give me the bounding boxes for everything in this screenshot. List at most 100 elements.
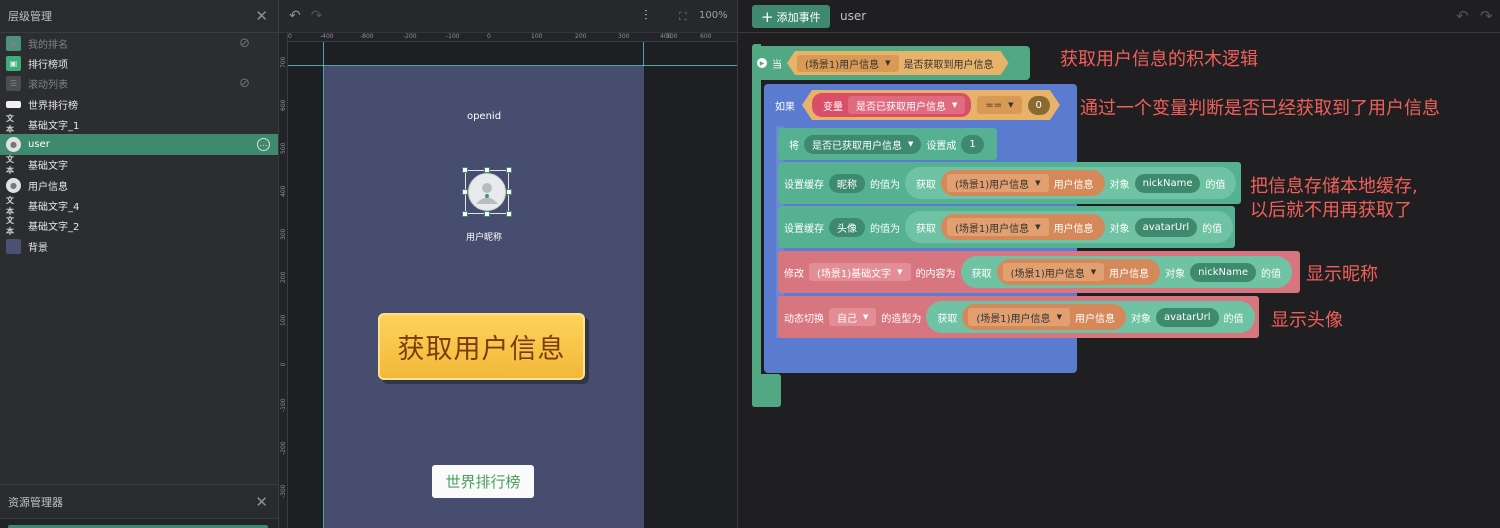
canvas-panel: ↶ ↷ ⫶ ⛶ 100% 0 -400 -800 -200 -100 0 100 200 300… xyxy=(278,0,738,528)
cube-icon: ▣ xyxy=(6,55,21,71)
zoom-level[interactable]: 100% xyxy=(699,10,728,21)
fit-screen-icon[interactable]: ⛶ xyxy=(679,10,687,24)
user-info-block[interactable]: (场景1)用户信息 用户信息 xyxy=(941,170,1105,196)
switch-label: 动态切换 xyxy=(784,313,824,325)
ruler-tick-label: -200 xyxy=(403,33,417,40)
user-icon xyxy=(476,183,498,204)
target-dropdown[interactable]: (场景1)基础文字 xyxy=(809,263,911,281)
canvas-toolbar: ↶ ↷ ⫶ ⛶ 100% xyxy=(279,0,737,33)
undo-icon[interactable]: ↶ xyxy=(1456,7,1469,25)
layer-item[interactable]: 文本 基础文字_1 xyxy=(0,113,278,134)
layer-item[interactable]: 文本 基础文字_4 xyxy=(0,194,278,216)
undo-icon[interactable]: ↶ xyxy=(289,8,301,24)
user-info-block[interactable]: (场景1)用户信息 用户信息 xyxy=(962,304,1126,330)
field-input[interactable]: avatarUrl xyxy=(1155,307,1219,327)
target-dropdown[interactable]: 自己 xyxy=(829,308,877,326)
redo-icon[interactable]: ↷ xyxy=(1480,7,1493,25)
scene-object-dropdown[interactable]: (场景1)用户信息 xyxy=(947,218,1049,236)
text-icon: 文本 xyxy=(6,194,14,216)
cache-key[interactable]: 头像 xyxy=(829,217,865,237)
resize-handle[interactable] xyxy=(506,189,512,195)
value-of-label: 的值为 xyxy=(870,223,900,235)
switch-costume-block[interactable]: 动态切换 自己 的造型为 获取 (场景1)用户信息 用户信息 对象 avatar… xyxy=(778,296,1259,338)
user-info-label: 用户信息 xyxy=(1053,179,1094,191)
nickname-text[interactable]: 用户昵称 xyxy=(324,230,644,243)
eye-hidden-icon[interactable]: ⊘ xyxy=(239,36,250,51)
blocks-toolbar: + 添加事件 user ↶ ↷ xyxy=(738,0,1500,33)
blocks-panel: + 添加事件 user ↶ ↷ ▶ 当 (场景1)用户信息 是否获取到用户信息 … xyxy=(737,0,1500,528)
scene-object-dropdown[interactable]: (场景1)用户信息 xyxy=(947,174,1049,192)
field-input[interactable]: nickName xyxy=(1134,173,1201,193)
user-avatar[interactable] xyxy=(468,173,506,211)
resize-handle[interactable] xyxy=(484,211,490,217)
add-event-button[interactable]: + 添加事件 xyxy=(752,5,830,28)
scene-object-dropdown[interactable]: (场景1)用户信息 xyxy=(797,55,899,72)
layer-name: 基础文字_2 xyxy=(28,222,80,234)
layer-item[interactable]: 文本 基础文字 xyxy=(0,153,278,175)
variable-dropdown[interactable]: 是否已获取用户信息 xyxy=(848,96,965,114)
object-label: 对象 xyxy=(1109,179,1130,191)
layer-item[interactable]: 文本 基础文字_2 xyxy=(0,214,278,236)
layer-name: 基础文字_4 xyxy=(28,202,80,214)
layer-item[interactable]: ● user… xyxy=(0,134,278,155)
layer-item[interactable]: ▣ 我的排名 ⊘ xyxy=(0,33,278,53)
get-property-block[interactable]: 获取 (场景1)用户信息 用户信息 对象 nickName 的值 xyxy=(960,256,1293,288)
variable-block[interactable]: 变量 是否已获取用户信息 xyxy=(812,93,971,117)
hierarchy-title: 层级管理 xyxy=(8,10,52,23)
close-icon[interactable]: ✕ xyxy=(255,493,268,511)
eye-hidden-icon[interactable]: ⊘ xyxy=(239,76,250,91)
compare-block[interactable]: 变量 是否已获取用户信息 == 0 xyxy=(802,90,1060,120)
modify-text-block[interactable]: 修改 (场景1)基础文字 的内容为 获取 (场景1)用户信息 用户信息 对象 n… xyxy=(778,251,1300,293)
layer-item[interactable]: ● 用户信息 xyxy=(0,175,278,195)
ruler-tick-label: 200 xyxy=(280,271,287,283)
get-property-block[interactable]: 获取 (场景1)用户信息 用户信息 对象 avatarUrl 的值 xyxy=(905,211,1234,243)
adjust-icon[interactable]: ⫶ xyxy=(644,8,648,24)
layer-item[interactable]: ☰ 滚动列表 ⊘ xyxy=(0,74,278,94)
text-icon: 文本 xyxy=(6,153,14,175)
layer-item[interactable]: 世界排行榜 xyxy=(0,94,278,114)
field-input[interactable]: avatarUrl xyxy=(1134,217,1198,237)
ruler-tick-label: 300 xyxy=(280,228,287,240)
operator-dropdown[interactable]: == xyxy=(977,96,1021,114)
field-input[interactable]: nickName xyxy=(1190,262,1257,282)
resize-handle[interactable] xyxy=(462,189,468,195)
get-property-block[interactable]: 获取 (场景1)用户信息 用户信息 对象 avatarUrl 的值 xyxy=(926,301,1255,333)
if-label: 如果 xyxy=(775,101,795,113)
layer-item[interactable]: ▣ 排行榜项 xyxy=(0,53,278,73)
openid-text[interactable]: openid xyxy=(324,111,644,122)
world-rank-button[interactable]: 世界排行榜 xyxy=(432,465,534,498)
text-icon: 文本 xyxy=(6,214,14,236)
redo-icon[interactable]: ↷ xyxy=(311,8,323,24)
set-cache-nickname-block[interactable]: 设置缓存 昵称 的值为 获取 (场景1)用户信息 用户信息 对象 nickNam… xyxy=(778,162,1241,204)
set-variable-block[interactable]: 将 是否已获取用户信息 设置成 1 xyxy=(778,128,997,160)
resize-handle[interactable] xyxy=(506,167,512,173)
user-info-block[interactable]: (场景1)用户信息 用户信息 xyxy=(996,259,1161,285)
resize-handle[interactable] xyxy=(506,211,512,217)
event-block-foot[interactable] xyxy=(752,374,781,407)
get-property-block[interactable]: 获取 (场景1)用户信息 用户信息 对象 nickName 的值 xyxy=(905,167,1237,199)
resize-handle[interactable] xyxy=(484,167,490,173)
resize-handle[interactable] xyxy=(462,211,468,217)
layer-item[interactable]: 背景 xyxy=(0,236,278,256)
event-condition[interactable]: (场景1)用户信息 是否获取到用户信息 xyxy=(787,51,1009,75)
user-info-block[interactable]: (场景1)用户信息 用户信息 xyxy=(941,214,1105,240)
resize-handle[interactable] xyxy=(462,167,468,173)
compare-value[interactable]: 0 xyxy=(1028,96,1050,115)
scene-object-dropdown[interactable]: (场景1)用户信息 xyxy=(1002,263,1105,281)
annotation-show-nickname: 显示昵称 xyxy=(1306,264,1378,285)
event-block[interactable]: ▶ 当 (场景1)用户信息 是否获取到用户信息 xyxy=(752,46,1030,80)
cache-key[interactable]: 昵称 xyxy=(829,173,865,193)
scene-object-dropdown[interactable]: (场景1)用户信息 xyxy=(968,308,1070,326)
variable-dropdown[interactable]: 是否已获取用户信息 xyxy=(804,134,922,154)
set-value[interactable]: 1 xyxy=(961,134,984,154)
close-icon[interactable]: ✕ xyxy=(255,7,268,25)
user-info-label: 用户信息 xyxy=(1109,268,1150,280)
if-block[interactable]: 如果 变量 是否已获取用户信息 == 0 xyxy=(764,84,1060,126)
event-block-body[interactable] xyxy=(752,44,761,407)
get-user-info-button[interactable]: 获取用户信息 xyxy=(378,313,585,380)
game-stage[interactable]: openid 用户昵称 获取用户信息 世界排行榜 xyxy=(324,66,644,528)
ruler-tick-label: 0 xyxy=(487,33,491,40)
ruler-tick-label: 700 xyxy=(280,56,287,68)
ruler-tick-label: 600 xyxy=(700,33,712,40)
set-cache-avatar-block[interactable]: 设置缓存 头像 的值为 获取 (场景1)用户信息 用户信息 对象 avatarU… xyxy=(778,206,1235,248)
